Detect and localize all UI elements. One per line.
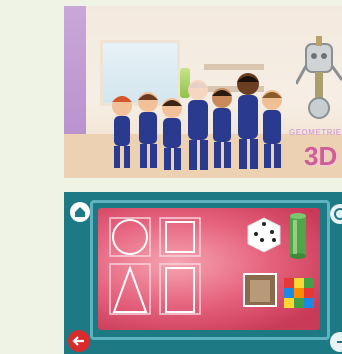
top-right-button[interactable] — [330, 204, 342, 224]
box-icon[interactable] — [243, 273, 277, 307]
triangle-shape-icon[interactable] — [109, 263, 151, 315]
arrow-left-icon — [72, 336, 84, 346]
app-logo-subtitle: GEOMETRIE — [289, 128, 342, 137]
home-button[interactable] — [70, 202, 90, 222]
back-button[interactable] — [68, 330, 90, 352]
robot-mascot-illustration — [296, 36, 342, 119]
adult-figure — [188, 80, 208, 170]
rectangle-shape-icon[interactable] — [159, 263, 201, 315]
child-figure — [138, 92, 158, 168]
cylinder-icon[interactable] — [290, 213, 306, 259]
circle-shape-icon[interactable] — [109, 217, 151, 257]
dice-icon[interactable] — [247, 217, 281, 253]
bottom-right-button[interactable] — [330, 332, 342, 352]
square-shape-icon[interactable] — [159, 217, 201, 257]
geometrie-3d-title-thumbnail[interactable]: GEOMETRIE 3D — [64, 6, 342, 178]
child-figure — [162, 98, 182, 170]
shape-selection-screen — [64, 192, 342, 354]
child-figure — [262, 90, 282, 168]
child-figure — [212, 88, 232, 168]
app-logo-3d: 3D — [304, 141, 338, 171]
info-icon — [334, 208, 342, 220]
home-icon — [75, 207, 85, 217]
child-figure — [112, 96, 132, 168]
children-group-illustration — [112, 73, 282, 170]
rubiks-cube-icon[interactable] — [284, 278, 314, 308]
shapes-board — [98, 208, 320, 330]
forward-icon — [337, 341, 342, 343]
shapes-grid — [109, 213, 314, 315]
child-figure — [237, 73, 259, 169]
